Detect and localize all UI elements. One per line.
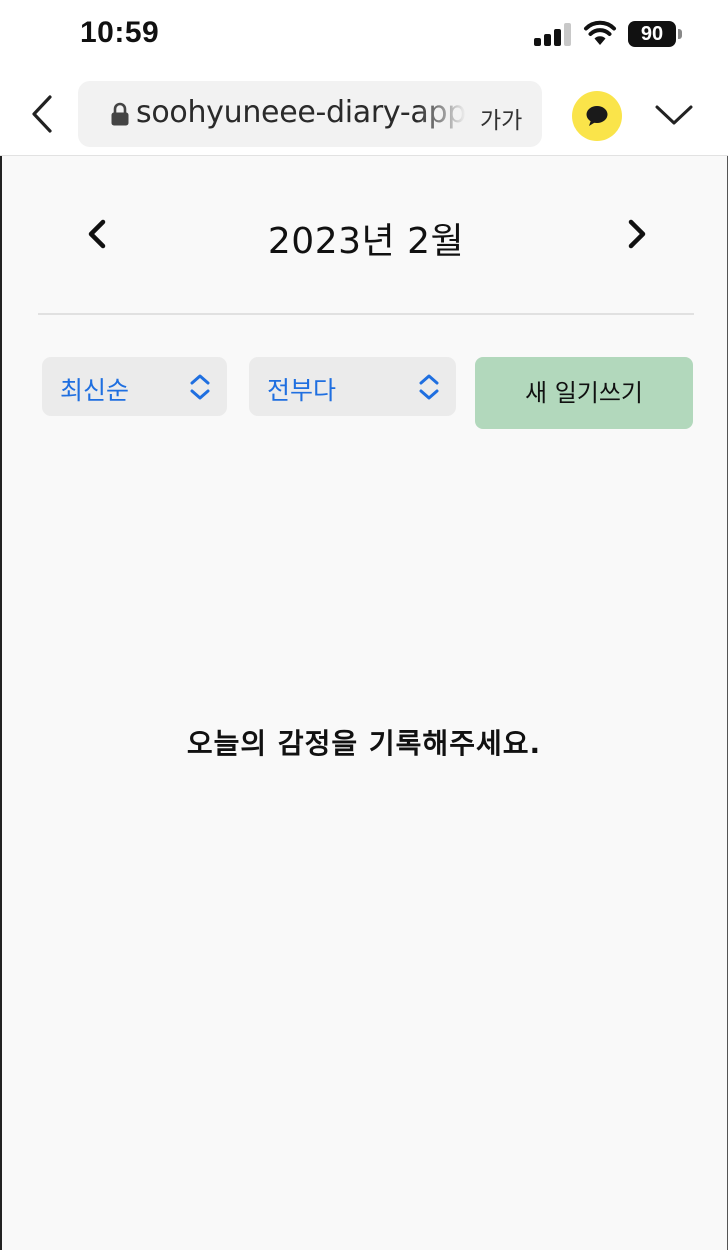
sort-select[interactable]: 최신순 — [42, 357, 227, 416]
month-title: 2023년 2월 — [267, 221, 465, 262]
lock-icon — [111, 102, 129, 126]
month-header: 2023년 2월 — [38, 190, 694, 280]
back-chevron-icon[interactable] — [26, 94, 60, 134]
device-frame-left — [0, 0, 2, 1250]
battery-icon: 90 — [628, 21, 676, 47]
url-text[interactable]: soohyuneee-diary-app — [136, 95, 466, 130]
new-diary-button[interactable]: 새 일기쓰기 — [475, 357, 693, 429]
sort-select-value: 최신순 — [60, 376, 130, 405]
cellular-signal-icon — [534, 22, 572, 46]
chevron-down-icon[interactable] — [654, 102, 694, 128]
header-divider — [38, 313, 694, 315]
filter-select[interactable]: 전부다 — [249, 357, 456, 416]
filter-select-value: 전부다 — [267, 376, 337, 405]
text-size-button[interactable]: 가가 — [480, 101, 522, 135]
kakao-talk-icon — [586, 106, 608, 126]
status-time: 10:59 — [80, 16, 160, 49]
empty-state-message: 오늘의 감정을 기록해주세요. — [186, 727, 542, 760]
chevron-right-icon[interactable] — [622, 216, 652, 252]
select-arrows-icon — [190, 374, 210, 400]
battery-cap — [678, 29, 682, 39]
kakao-talk-button[interactable] — [572, 91, 622, 141]
address-bar[interactable]: soohyuneee-diary-app 가가 — [78, 81, 542, 147]
browser-toolbar: soohyuneee-diary-app 가가 — [0, 72, 728, 156]
wifi-icon — [584, 20, 616, 45]
status-bar: 10:59 90 — [0, 0, 728, 72]
select-arrows-icon — [419, 374, 439, 400]
